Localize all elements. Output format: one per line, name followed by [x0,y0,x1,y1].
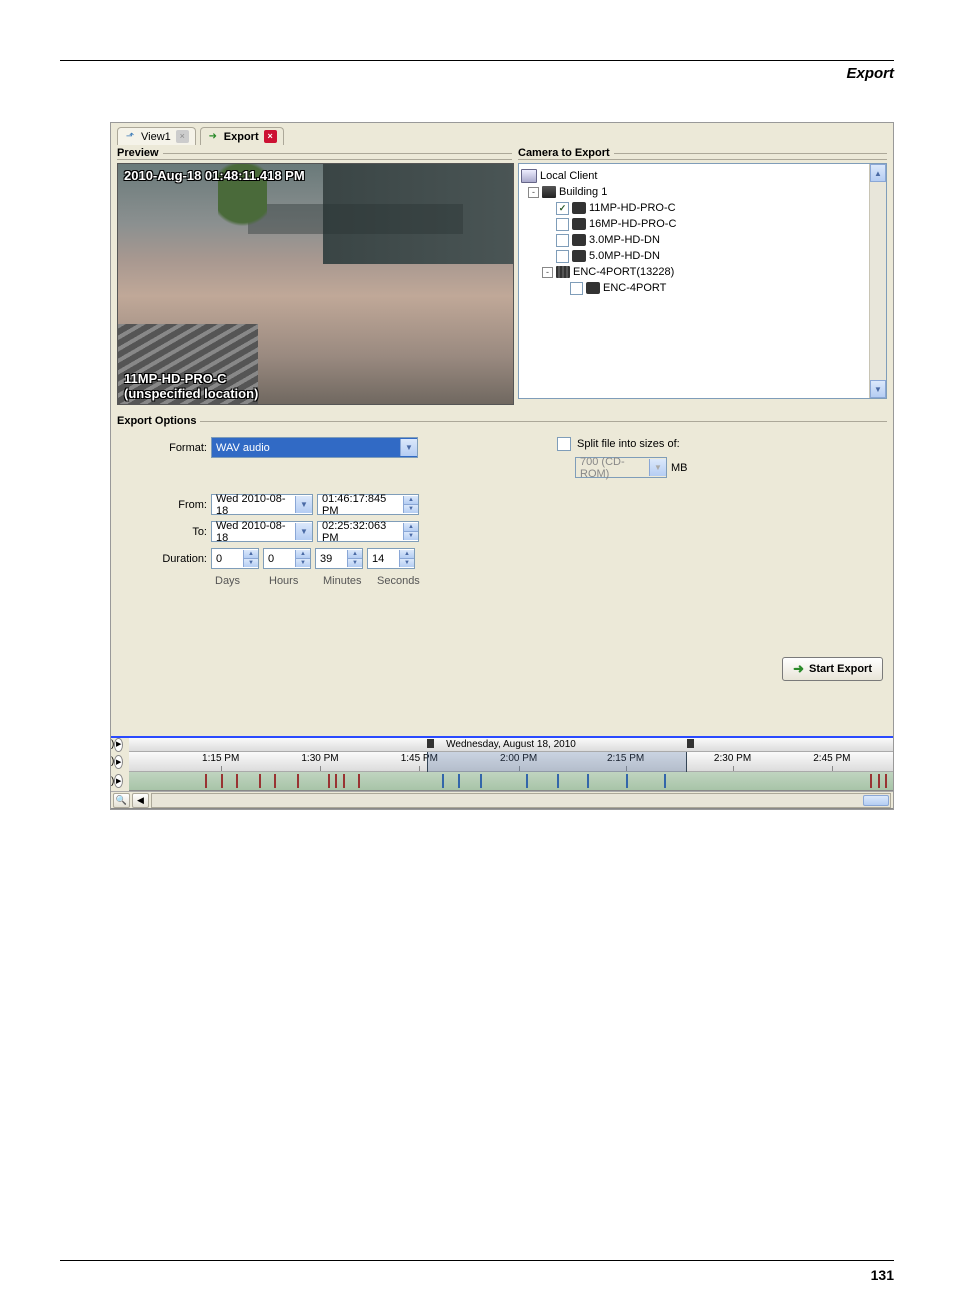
scrollbar-vertical[interactable]: ▲ ▼ [869,164,886,398]
tab-view1[interactable]: ⬏ View1 × [117,127,196,145]
duration-label: Duration: [117,553,207,565]
scroll-left-button[interactable]: ◀ [132,793,149,808]
days-spinner[interactable]: 0▲▼ [211,548,259,569]
chevron-down-icon[interactable]: ▼ [295,496,312,513]
scrollbar-thumb[interactable] [863,795,889,806]
from-label: From: [117,499,207,511]
to-time-spinner[interactable]: 02:25:32:063 PM▲▼ [317,521,419,542]
checkbox[interactable]: ✓ [556,202,569,215]
tab-label: View1 [141,131,171,143]
hours-spinner[interactable]: 0▲▼ [263,548,311,569]
collapse-icon[interactable]: - [528,187,539,198]
arrow-right-icon: ➜ [793,661,804,677]
zoom-in-button[interactable]: 🔍 [113,793,130,808]
format-select[interactable]: WAV audio▼ [211,437,418,458]
export-options-title: Export Options [117,415,196,427]
seconds-spinner[interactable]: 14▲▼ [367,548,415,569]
camera-icon [572,202,586,214]
camera-icon [572,250,586,262]
tick-label: 2:45 PM [813,753,850,764]
collapse-icon[interactable]: - [542,267,553,278]
osd-camera: 11MP-HD-PRO-C [124,371,227,386]
server-icon [542,186,556,198]
camera-panel-title: Camera to Export [518,147,610,159]
page-number: 131 [60,1260,894,1289]
tick-label: 2:30 PM [714,753,751,764]
from-date-picker[interactable]: Wed 2010-08-18▼ [211,494,313,515]
range-end-handle[interactable] [687,739,694,748]
scroll-up-icon[interactable]: ▲ [870,164,886,182]
chevron-down-icon: ▼ [649,459,666,476]
checkbox[interactable] [570,282,583,295]
scroll-down-icon[interactable]: ▼ [870,380,886,398]
to-label: To: [117,526,207,538]
tree-server[interactable]: -Building 1 [521,184,884,200]
to-date-picker[interactable]: Wed 2010-08-18▼ [211,521,313,542]
checkbox[interactable] [556,218,569,231]
camera-icon [572,234,586,246]
format-label: Format: [117,442,207,454]
spin-up-icon[interactable]: ▲ [404,523,418,532]
camera-icon [572,218,586,230]
timeline-scrollbar[interactable] [151,793,891,808]
play-icon[interactable]: ▶ [114,774,123,788]
tree-local-client[interactable]: Local Client [521,168,884,184]
timeline-date: Wednesday, August 18, 2010 )▶ [129,738,893,752]
play-icon[interactable]: ▶ [114,755,123,769]
preview-title: Preview [117,147,159,159]
tree-camera-item[interactable]: 3.0MP-HD-DN [521,232,884,248]
client-icon [521,169,537,183]
split-size-select: 700 (CD-ROM)▼ [575,457,667,478]
video-preview[interactable]: 2010-Aug-18 01:48:11.418 PM 11MP-HD-PRO-… [117,163,514,405]
seconds-unit: Seconds [377,575,427,587]
start-export-button[interactable]: ➜ Start Export [782,657,883,681]
timeline-track[interactable]: )▶ [129,772,893,791]
close-icon[interactable]: × [264,130,277,143]
osd-location: (unspecified location) [124,386,258,401]
split-unit: MB [671,462,688,474]
export-window: ⬏ View1 × ➜ Export × Preview 2010-Aug-18… [110,122,894,810]
chevron-down-icon[interactable]: ▼ [400,439,417,456]
minutes-unit: Minutes [323,575,373,587]
chevron-down-icon[interactable]: ▼ [295,523,312,540]
checkbox[interactable] [556,234,569,247]
range-start-handle[interactable] [427,739,434,748]
camera-icon [586,282,600,294]
tree-camera-item[interactable]: ✓11MP-HD-PRO-C [521,200,884,216]
tree-camera-item[interactable]: 5.0MP-HD-DN [521,248,884,264]
tab-export[interactable]: ➜ Export × [200,127,284,145]
split-label: Split file into sizes of: [577,438,680,450]
view-icon: ⬏ [124,131,136,143]
encoder-icon [556,266,570,278]
minutes-spinner[interactable]: 39▲▼ [315,548,363,569]
close-icon: × [176,130,189,143]
spin-down-icon[interactable]: ▼ [404,532,418,540]
spin-down-icon[interactable]: ▼ [404,505,418,513]
tree-camera-item[interactable]: 16MP-HD-PRO-C [521,216,884,232]
tree-encoder-item[interactable]: ENC-4PORT [521,280,884,296]
tree-encoder-group[interactable]: -ENC-4PORT(13228) [521,264,884,280]
days-unit: Days [215,575,265,587]
tick-label: 1:30 PM [301,753,338,764]
checkbox[interactable] [556,250,569,263]
from-time-spinner[interactable]: 01:46:17:845 PM▲▼ [317,494,419,515]
spin-up-icon[interactable]: ▲ [404,496,418,505]
play-icon[interactable]: ▶ [114,738,123,752]
export-icon: ➜ [207,131,219,143]
hours-unit: Hours [269,575,319,587]
tab-label: Export [224,131,259,143]
page-header: Export [0,61,954,92]
timeline-ruler[interactable]: )▶ 1:15 PM 1:30 PM 1:45 PM 2:00 PM 2:15 … [129,752,893,772]
timeline[interactable]: Wednesday, August 18, 2010 )▶ )▶ 1:15 PM… [111,736,893,809]
camera-tree[interactable]: ▲ ▼ Local Client -Building 1 ✓11MP-HD-PR… [518,163,887,399]
osd-timestamp: 2010-Aug-18 01:48:11.418 PM [124,168,305,183]
tick-label: 1:15 PM [202,753,239,764]
split-checkbox[interactable] [557,437,571,451]
